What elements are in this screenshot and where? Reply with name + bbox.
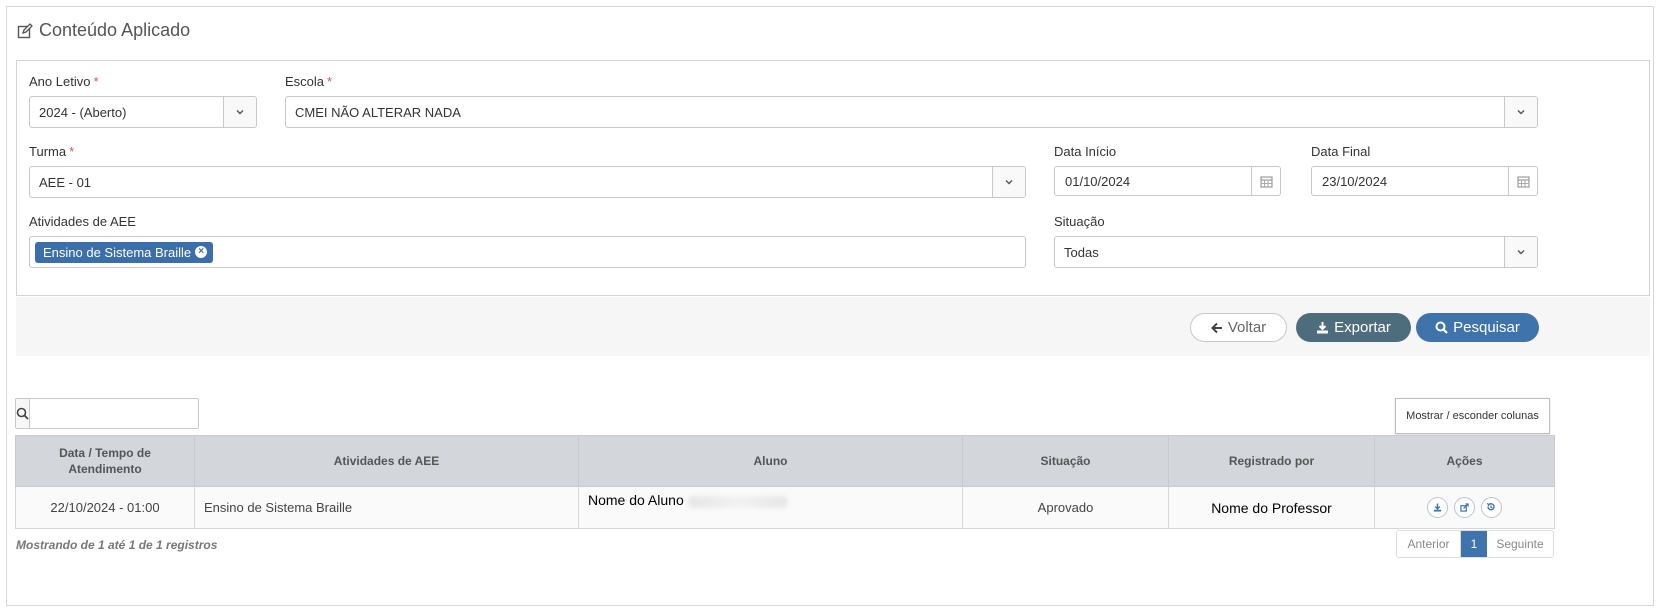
calendar-icon[interactable] (1251, 167, 1280, 195)
column-header-registrado[interactable]: Registrado por (1168, 435, 1375, 487)
data-inicio-field[interactable]: 01/10/2024 (1054, 166, 1281, 196)
close-circle-icon[interactable]: × (195, 246, 208, 258)
column-header-situacao[interactable]: Situação (962, 435, 1169, 487)
cell-atividade: Ensino de Sistema Braille (194, 486, 579, 529)
arrow-left-icon (1210, 322, 1222, 333)
voltar-label: Voltar (1227, 319, 1267, 336)
search-icon (16, 399, 30, 428)
redacted-text (687, 495, 788, 508)
ano-letivo-label: Ano Letivo * (29, 74, 99, 89)
results-table: Data / Tempo de Atendimento Atividades d… (15, 435, 1555, 529)
download-icon[interactable] (1427, 497, 1449, 519)
pesquisar-button[interactable]: Pesquisar (1416, 313, 1539, 342)
aluno-name: Nome do Aluno (588, 492, 684, 508)
escola-select[interactable]: CMEI NÃO ALTERAR NADA (285, 96, 1538, 128)
column-header-data[interactable]: Data / Tempo de Atendimento (15, 435, 195, 487)
atividade-tag-label: Ensino de Sistema Braille (43, 244, 192, 260)
table-search-input[interactable] (30, 399, 218, 428)
cell-aluno: Nome do Aluno (578, 486, 963, 529)
data-final-field[interactable]: 23/10/2024 (1311, 166, 1538, 196)
turma-label: Turma * (29, 144, 75, 159)
cell-registrado: Nome do Professor (1168, 486, 1375, 529)
edit-icon (17, 22, 33, 38)
column-header-acoes: Ações (1374, 435, 1555, 487)
exportar-button[interactable]: Exportar (1296, 313, 1411, 342)
table-header-row: Data / Tempo de Atendimento Atividades d… (15, 435, 1555, 487)
escola-label: Escola * (285, 74, 333, 89)
table-row: 22/10/2024 - 01:00 Ensino de Sistema Bra… (15, 486, 1555, 529)
situacao-select[interactable]: Todas (1054, 236, 1538, 268)
page-title: Conteúdo Aplicado (17, 20, 190, 41)
cell-acoes (1374, 486, 1555, 529)
pagination-next[interactable]: Seguinte (1487, 531, 1553, 557)
column-header-atividades[interactable]: Atividades de AEE (194, 435, 579, 487)
history-icon[interactable] (1480, 496, 1502, 518)
turma-value: AEE - 01 (39, 174, 92, 190)
situacao-label: Situação (1054, 214, 1105, 229)
chevron-down-icon[interactable] (992, 167, 1025, 197)
situacao-value: Todas (1064, 244, 1099, 260)
atividades-label: Atividades de AEE (29, 214, 136, 229)
download-icon (1317, 322, 1329, 334)
chevron-down-icon[interactable] (1504, 237, 1537, 267)
cell-data: 22/10/2024 - 01:00 (15, 486, 195, 529)
table-search (15, 398, 218, 429)
pagination-page[interactable]: 1 (1461, 531, 1487, 557)
column-header-aluno[interactable]: Aluno (578, 435, 963, 487)
exportar-label: Exportar (1334, 319, 1391, 336)
pesquisar-label: Pesquisar (1453, 319, 1520, 336)
escola-value: CMEI NÃO ALTERAR NADA (295, 104, 461, 120)
atividade-tag[interactable]: Ensino de Sistema Braille × (35, 241, 214, 263)
search-icon (1435, 321, 1448, 334)
share-icon[interactable] (1454, 497, 1475, 519)
data-inicio-label: Data Início (1054, 144, 1117, 159)
pagination: Anterior 1 Seguinte (1396, 530, 1554, 558)
table-info: Mostrando de 1 até 1 de 1 registros (16, 538, 218, 552)
data-final-label: Data Final (1311, 144, 1371, 159)
ano-letivo-value: 2024 - (Aberto) (39, 104, 127, 120)
data-inicio-value: 01/10/2024 (1065, 173, 1131, 189)
calendar-icon[interactable] (1508, 167, 1537, 195)
toggle-columns-button[interactable]: Mostrar / esconder colunas (1395, 398, 1550, 434)
cell-situacao: Aprovado (962, 486, 1169, 529)
atividades-multiselect[interactable]: Ensino de Sistema Braille × (29, 236, 1026, 268)
voltar-button[interactable]: Voltar (1190, 313, 1287, 342)
pagination-prev[interactable]: Anterior (1397, 531, 1461, 557)
ano-letivo-select[interactable]: 2024 - (Aberto) (29, 96, 257, 128)
data-final-value: 23/10/2024 (1322, 173, 1388, 189)
page-title-text: Conteúdo Aplicado (39, 20, 191, 40)
chevron-down-icon[interactable] (223, 97, 256, 127)
turma-select[interactable]: AEE - 01 (29, 166, 1026, 198)
chevron-down-icon[interactable] (1504, 97, 1537, 127)
